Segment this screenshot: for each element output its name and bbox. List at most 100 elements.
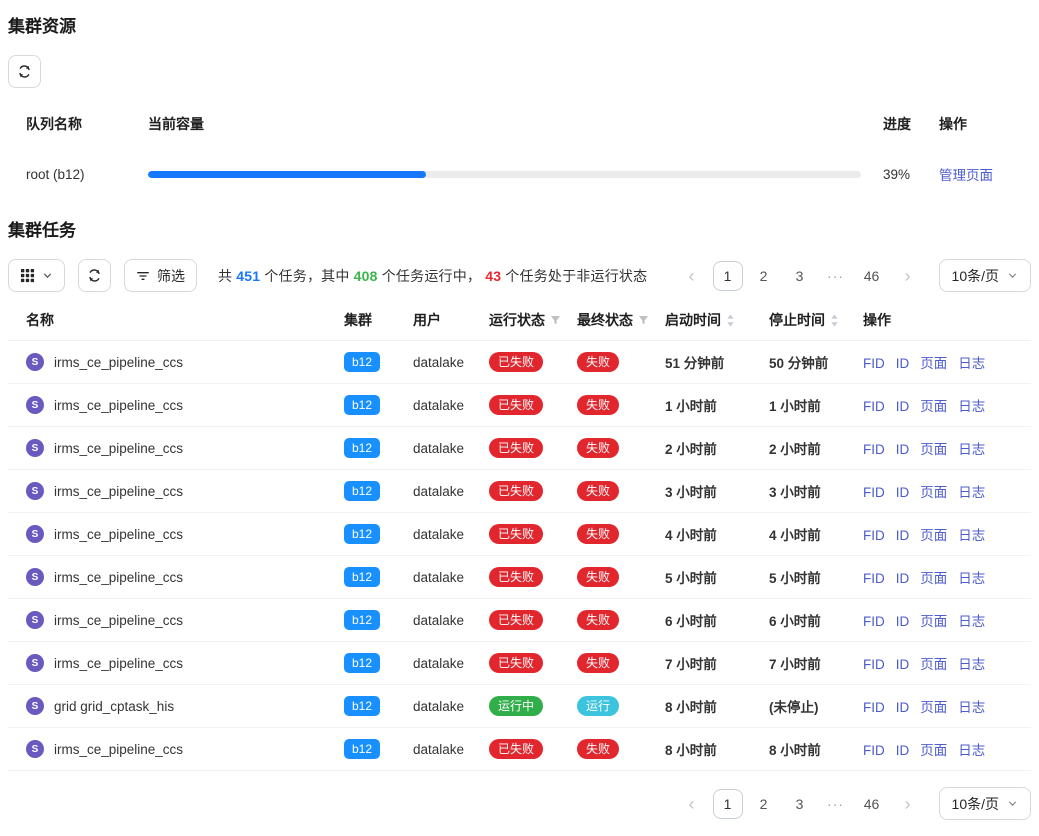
- col-stop-time[interactable]: 停止时间: [769, 302, 863, 341]
- action-link-log[interactable]: 日志: [958, 356, 985, 371]
- stop-time: 5 小时前: [769, 571, 821, 586]
- action-link-log[interactable]: 日志: [958, 442, 985, 457]
- pagination-next-icon[interactable]: ›: [893, 789, 923, 819]
- summary-text: 个任务处于非运行状态: [501, 268, 647, 284]
- filter-funnel-icon[interactable]: [638, 315, 649, 326]
- action-link-fid[interactable]: FID: [863, 700, 885, 715]
- pagination-prev-icon[interactable]: ‹: [677, 261, 707, 291]
- action-link-id[interactable]: ID: [896, 657, 910, 672]
- start-time: 51 分钟前: [665, 356, 724, 371]
- action-link-id[interactable]: ID: [896, 614, 910, 629]
- final-status-badge: 失败: [577, 352, 619, 372]
- filter-button[interactable]: 筛选: [124, 259, 197, 292]
- task-name: irms_ce_pipeline_ccs: [54, 355, 183, 370]
- action-link-id[interactable]: ID: [896, 743, 910, 758]
- resources-toolbar: [8, 55, 1031, 88]
- run-status-badge: 已失败: [489, 739, 543, 759]
- action-link-fid[interactable]: FID: [863, 571, 885, 586]
- pagination-page-2[interactable]: 2: [749, 789, 779, 819]
- chevron-down-icon: [1007, 798, 1018, 809]
- pagination-page-46[interactable]: 46: [857, 261, 887, 291]
- action-link-fid[interactable]: FID: [863, 528, 885, 543]
- action-link-page[interactable]: 页面: [920, 442, 947, 457]
- action-link-log[interactable]: 日志: [958, 485, 985, 500]
- action-link-fid[interactable]: FID: [863, 399, 885, 414]
- task-row: Sirms_ce_pipeline_ccsb12datalake已失败失败3 小…: [8, 470, 1031, 513]
- action-link-page[interactable]: 页面: [920, 399, 947, 414]
- action-link-page[interactable]: 页面: [920, 657, 947, 672]
- stop-time: 3 小时前: [769, 485, 821, 500]
- pagination-page-3[interactable]: 3: [785, 261, 815, 291]
- action-link-page[interactable]: 页面: [920, 614, 947, 629]
- action-link-page[interactable]: 页面: [920, 485, 947, 500]
- final-status-badge: 失败: [577, 610, 619, 630]
- pagination-next-icon[interactable]: ›: [893, 261, 923, 291]
- action-link-page[interactable]: 页面: [920, 356, 947, 371]
- resources-refresh-button[interactable]: [8, 55, 41, 88]
- stop-time: 50 分钟前: [769, 356, 828, 371]
- action-link-log[interactable]: 日志: [958, 657, 985, 672]
- stop-time: (未停止): [769, 700, 819, 715]
- summary-text: 个任务运行中，: [378, 268, 486, 284]
- final-status-badge: 失败: [577, 739, 619, 759]
- sorter-icon[interactable]: [830, 314, 839, 327]
- task-name: irms_ce_pipeline_ccs: [54, 527, 183, 542]
- pagination-page-1[interactable]: 1: [713, 261, 743, 291]
- page-size-select[interactable]: 10条/页: [939, 787, 1031, 820]
- action-link-fid[interactable]: FID: [863, 743, 885, 758]
- action-link-fid[interactable]: FID: [863, 485, 885, 500]
- action-link-id[interactable]: ID: [896, 485, 910, 500]
- action-link-id[interactable]: ID: [896, 528, 910, 543]
- action-link-id[interactable]: ID: [896, 356, 910, 371]
- task-name: grid grid_cptask_his: [54, 699, 174, 714]
- tasks-refresh-button[interactable]: [78, 259, 111, 292]
- start-time: 1 小时前: [665, 399, 717, 414]
- task-name: irms_ce_pipeline_ccs: [54, 613, 183, 628]
- manage-page-link[interactable]: 管理页面: [939, 168, 993, 183]
- action-link-log[interactable]: 日志: [958, 399, 985, 414]
- action-link-log[interactable]: 日志: [958, 614, 985, 629]
- queue-row: root (b12) 39% 管理页面: [8, 142, 1031, 202]
- action-link-id[interactable]: ID: [896, 399, 910, 414]
- action-link-log[interactable]: 日志: [958, 528, 985, 543]
- task-user: datalake: [413, 355, 464, 370]
- pagination-page-3[interactable]: 3: [785, 789, 815, 819]
- pagination-page-46[interactable]: 46: [857, 789, 887, 819]
- action-link-id[interactable]: ID: [896, 571, 910, 586]
- action-link-page[interactable]: 页面: [920, 528, 947, 543]
- page-size-select[interactable]: 10条/页: [939, 259, 1031, 292]
- start-time: 8 小时前: [665, 743, 717, 758]
- cluster-badge: b12: [344, 739, 380, 759]
- action-link-log[interactable]: 日志: [958, 743, 985, 758]
- toolbar-right: ‹123···46› 10条/页: [677, 259, 1031, 292]
- task-user: datalake: [413, 656, 464, 671]
- action-link-log[interactable]: 日志: [958, 700, 985, 715]
- action-link-fid[interactable]: FID: [863, 614, 885, 629]
- spark-avatar-icon: S: [26, 353, 44, 371]
- spark-avatar-icon: S: [26, 740, 44, 758]
- col-user: 用户: [413, 302, 489, 341]
- final-status-badge: 失败: [577, 524, 619, 544]
- action-link-page[interactable]: 页面: [920, 571, 947, 586]
- filter-funnel-icon[interactable]: [550, 315, 561, 326]
- bottom-pager-row: ‹123···46› 10条/页: [8, 787, 1031, 820]
- action-link-id[interactable]: ID: [896, 442, 910, 457]
- action-link-id[interactable]: ID: [896, 700, 910, 715]
- layout-grid-button[interactable]: [8, 259, 65, 292]
- sorter-icon[interactable]: [726, 314, 735, 327]
- start-time: 8 小时前: [665, 700, 717, 715]
- pagination-prev-icon[interactable]: ‹: [677, 789, 707, 819]
- start-time: 5 小时前: [665, 571, 717, 586]
- pagination-page-2[interactable]: 2: [749, 261, 779, 291]
- action-link-fid[interactable]: FID: [863, 356, 885, 371]
- run-status-badge: 已失败: [489, 395, 543, 415]
- action-link-log[interactable]: 日志: [958, 571, 985, 586]
- col-start-time[interactable]: 启动时间: [665, 302, 769, 341]
- pagination-page-1[interactable]: 1: [713, 789, 743, 819]
- summary-running-count: 408: [354, 268, 378, 284]
- action-link-page[interactable]: 页面: [920, 743, 947, 758]
- final-status-badge: 失败: [577, 438, 619, 458]
- action-link-page[interactable]: 页面: [920, 700, 947, 715]
- action-link-fid[interactable]: FID: [863, 442, 885, 457]
- action-link-fid[interactable]: FID: [863, 657, 885, 672]
